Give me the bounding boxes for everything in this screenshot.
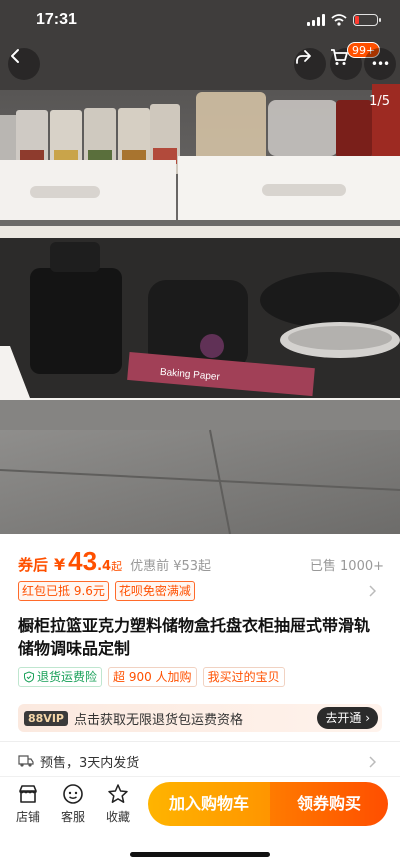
shop-label: 店铺 (15, 810, 40, 824)
shop-button[interactable]: 店铺 (8, 783, 48, 825)
section-divider (0, 741, 400, 742)
price-row: 券后 ¥ 43 .4 起 优惠前 ¥53起 已售 1000+ (18, 546, 384, 576)
original-price: 优惠前 ¥53起 (130, 559, 212, 574)
chevron-right-icon[interactable] (368, 585, 376, 597)
star-icon (108, 784, 128, 803)
chat-face-icon (63, 784, 83, 804)
red-packet-tag: 红包已抵 9.6元 (18, 581, 109, 601)
store-icon (19, 785, 37, 803)
product-title: 橱柜拉篮亚克力塑料储物盒托盘衣柜抽屉式带滑轨储物调味品定制 (18, 616, 371, 658)
return-insurance-tag: 退货运费险 (18, 667, 103, 687)
status-bar: 17:31 (0, 0, 400, 44)
shipping-text: 预售，3天内发货 (40, 755, 140, 771)
huabei-tag: 花呗免密满减 (114, 581, 195, 601)
cart-icon (331, 49, 348, 65)
add-to-cart-button[interactable]: 加入购物车 (148, 782, 270, 826)
buy-with-coupon-button[interactable]: 领券购买 (270, 782, 388, 826)
chevron-left-icon (11, 49, 19, 63)
customer-service-button[interactable]: 客服 (53, 783, 93, 825)
vip-activate-label: 去开通 (325, 711, 362, 725)
price-integer: 43 (68, 546, 98, 576)
cellular-signal-icon (307, 14, 325, 26)
cart-count-tag: 超 900 人加购 (108, 667, 197, 687)
cart-button[interactable]: 99+ (330, 42, 381, 80)
promo-tags[interactable]: 红包已抵 9.6元 花呗免密满减 (18, 580, 384, 602)
more-dots-icon: ••• (370, 57, 390, 71)
status-icons (307, 14, 381, 26)
vip-badge: 88VIP (24, 710, 68, 726)
more-button[interactable]: ••• (364, 48, 396, 80)
shipping-row[interactable]: 预售，3天内发货 (18, 751, 139, 771)
service-tags: 退货运费险 超 900 人加购 我买过的宝贝 (18, 666, 285, 688)
return-insurance-label: 退货运费险 (37, 670, 98, 684)
price-suffix: 起 (111, 560, 123, 573)
wifi-icon (331, 14, 347, 26)
currency-symbol: ¥ (54, 555, 66, 574)
sold-count: 已售 1000+ (309, 559, 384, 574)
vip-text: 点击获取无限退货包运费资格 (73, 712, 243, 728)
chevron-right-icon[interactable] (368, 756, 376, 768)
shield-check-icon (24, 671, 34, 683)
product-image-carousel[interactable]: Baking Paper 99+ ••• 1/5 (0, 0, 400, 534)
favorite-label: 收藏 (105, 810, 130, 824)
service-label: 客服 (60, 810, 85, 824)
status-time: 17:31 (36, 11, 77, 28)
back-button[interactable] (8, 48, 40, 80)
price-decimal: .4 (97, 559, 112, 574)
vip-activate-button[interactable]: 去开通 › (317, 707, 378, 729)
vip-banner[interactable]: 88VIP 点击获取无限退货包运费资格 去开通 › (18, 704, 382, 732)
share-icon (296, 50, 311, 64)
battery-icon (353, 14, 381, 26)
bottom-action-bar: 店铺 客服 收藏 加入购物车 领券购买 (0, 776, 400, 836)
bought-before-tag: 我买过的宝贝 (202, 667, 285, 687)
coupon-price-label: 券后 (18, 556, 49, 574)
home-indicator[interactable] (130, 852, 270, 857)
image-page-indicator: 1/5 (369, 94, 390, 109)
truck-icon (18, 755, 34, 767)
favorite-button[interactable]: 收藏 (98, 783, 138, 825)
product-photo: Baking Paper (0, 0, 400, 534)
share-button[interactable] (294, 48, 326, 80)
